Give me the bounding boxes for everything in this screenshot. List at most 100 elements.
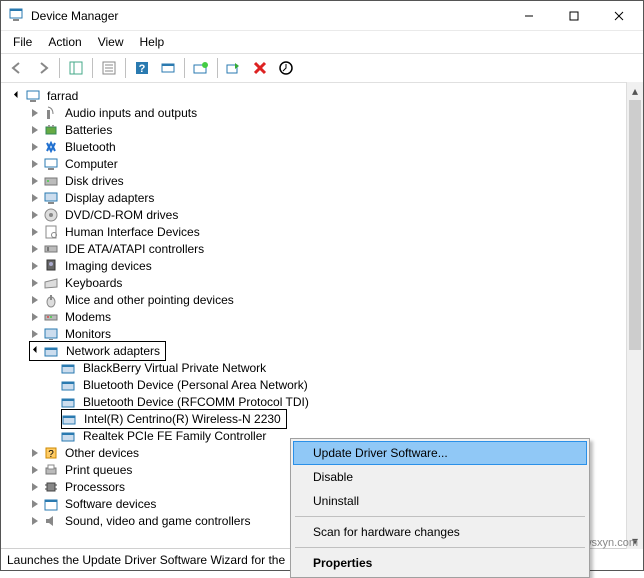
device-category-icon: ? xyxy=(43,445,59,461)
update-driver-button[interactable] xyxy=(189,56,213,80)
device-category-icon xyxy=(43,173,59,189)
titlebar: Device Manager xyxy=(1,1,643,31)
device-category-icon xyxy=(43,309,59,325)
tree-item[interactable]: Other devices xyxy=(63,446,141,460)
close-button[interactable] xyxy=(596,2,641,30)
ctx-scan-hardware[interactable]: Scan for hardware changes xyxy=(293,520,587,544)
enable-button[interactable] xyxy=(222,56,246,80)
expander-icon[interactable] xyxy=(29,124,41,136)
device-category-icon xyxy=(43,258,59,274)
network-adapter-icon xyxy=(62,411,78,427)
scan-changes-button[interactable] xyxy=(274,56,298,80)
expander-icon[interactable] xyxy=(29,498,41,510)
scan-hardware-button[interactable] xyxy=(156,56,180,80)
properties-button[interactable] xyxy=(97,56,121,80)
uninstall-button[interactable] xyxy=(248,56,272,80)
ctx-disable[interactable]: Disable xyxy=(293,465,587,489)
root-node[interactable]: farrad xyxy=(45,89,80,103)
menu-help[interactable]: Help xyxy=(132,33,173,51)
expander-icon[interactable] xyxy=(29,260,41,272)
tree-item[interactable]: Bluetooth xyxy=(63,140,118,154)
tree-item[interactable]: Modems xyxy=(63,310,113,324)
expander-icon[interactable] xyxy=(29,107,41,119)
network-adapter-icon xyxy=(61,360,77,376)
expander-icon[interactable] xyxy=(29,515,41,527)
tree-item[interactable]: Keyboards xyxy=(63,276,124,290)
ctx-properties[interactable]: Properties xyxy=(293,551,587,575)
tree-item[interactable]: Imaging devices xyxy=(63,259,154,273)
tree-item[interactable]: Software devices xyxy=(63,497,158,511)
device-category-icon xyxy=(43,139,59,155)
expander-icon[interactable] xyxy=(29,243,41,255)
window-title: Device Manager xyxy=(31,9,506,23)
device-category-icon xyxy=(43,275,59,291)
back-button[interactable] xyxy=(5,56,29,80)
ctx-separator xyxy=(295,516,585,517)
tree-item[interactable]: Sound, video and game controllers xyxy=(63,514,252,528)
tree-item[interactable]: Realtek PCIe FE Family Controller xyxy=(81,429,268,443)
device-category-icon xyxy=(43,479,59,495)
tree-item[interactable]: Audio inputs and outputs xyxy=(63,106,199,120)
expander-icon[interactable] xyxy=(29,464,41,476)
expander-icon[interactable] xyxy=(29,481,41,493)
tree-item[interactable]: Disk drives xyxy=(63,174,126,188)
network-adapter-icon xyxy=(61,377,77,393)
tree-item[interactable]: Intel(R) Centrino(R) Wireless-N 2230 xyxy=(82,412,283,426)
menu-action[interactable]: Action xyxy=(40,33,89,51)
tree-item[interactable]: Batteries xyxy=(63,123,114,137)
expander-icon[interactable] xyxy=(29,311,41,323)
expander-icon[interactable] xyxy=(29,209,41,221)
context-menu: Update Driver Software... Disable Uninst… xyxy=(290,438,590,578)
tree-item[interactable]: Display adapters xyxy=(63,191,156,205)
expander-icon[interactable] xyxy=(29,277,41,289)
expander-icon[interactable] xyxy=(29,294,41,306)
device-category-icon xyxy=(43,292,59,308)
show-hide-tree-button[interactable] xyxy=(64,56,88,80)
device-category-icon xyxy=(43,224,59,240)
expander-icon[interactable] xyxy=(30,345,42,357)
ctx-update-driver[interactable]: Update Driver Software... xyxy=(293,441,587,465)
menu-file[interactable]: File xyxy=(5,33,40,51)
svg-text:?: ? xyxy=(139,63,146,75)
expander-icon[interactable] xyxy=(29,226,41,238)
expander-icon[interactable] xyxy=(29,141,41,153)
menu-view[interactable]: View xyxy=(90,33,132,51)
device-category-icon xyxy=(43,105,59,121)
minimize-button[interactable] xyxy=(506,2,551,30)
network-adapters-node[interactable]: Network adapters xyxy=(64,344,162,358)
tree-item[interactable]: Print queues xyxy=(63,463,134,477)
tree-item[interactable]: DVD/CD-ROM drives xyxy=(63,208,180,222)
tree-item[interactable]: Computer xyxy=(63,157,120,171)
network-adapter-icon xyxy=(61,394,77,410)
computer-icon xyxy=(25,88,41,104)
tree-item[interactable]: Bluetooth Device (RFCOMM Protocol TDI) xyxy=(81,395,311,409)
tree-item[interactable]: IDE ATA/ATAPI controllers xyxy=(63,242,206,256)
network-adapter-icon xyxy=(61,428,77,444)
tree-item[interactable]: BlackBerry Virtual Private Network xyxy=(81,361,268,375)
toolbar: ? xyxy=(1,53,643,83)
scroll-up-icon[interactable]: ▴ xyxy=(627,82,643,99)
expander-icon[interactable] xyxy=(29,175,41,187)
app-icon xyxy=(9,8,25,24)
device-category-icon xyxy=(43,122,59,138)
tree-item[interactable]: Processors xyxy=(63,480,127,494)
tree-item[interactable]: Monitors xyxy=(63,327,113,341)
tree-item[interactable]: Mice and other pointing devices xyxy=(63,293,236,307)
expander-icon[interactable] xyxy=(29,328,41,340)
forward-button[interactable] xyxy=(31,56,55,80)
expander-icon[interactable] xyxy=(29,447,41,459)
device-category-icon xyxy=(43,241,59,257)
device-category-icon xyxy=(43,462,59,478)
expander-icon[interactable] xyxy=(29,158,41,170)
maximize-button[interactable] xyxy=(551,2,596,30)
svg-text:?: ? xyxy=(48,449,54,460)
scroll-thumb[interactable] xyxy=(629,100,641,350)
device-category-icon xyxy=(43,156,59,172)
tree-item[interactable]: Bluetooth Device (Personal Area Network) xyxy=(81,378,310,392)
help-button[interactable]: ? xyxy=(130,56,154,80)
vertical-scrollbar[interactable]: ▴ ▾ xyxy=(626,82,643,549)
expander-icon[interactable] xyxy=(29,192,41,204)
expander-icon[interactable] xyxy=(11,90,23,102)
ctx-uninstall[interactable]: Uninstall xyxy=(293,489,587,513)
tree-item[interactable]: Human Interface Devices xyxy=(63,225,202,239)
